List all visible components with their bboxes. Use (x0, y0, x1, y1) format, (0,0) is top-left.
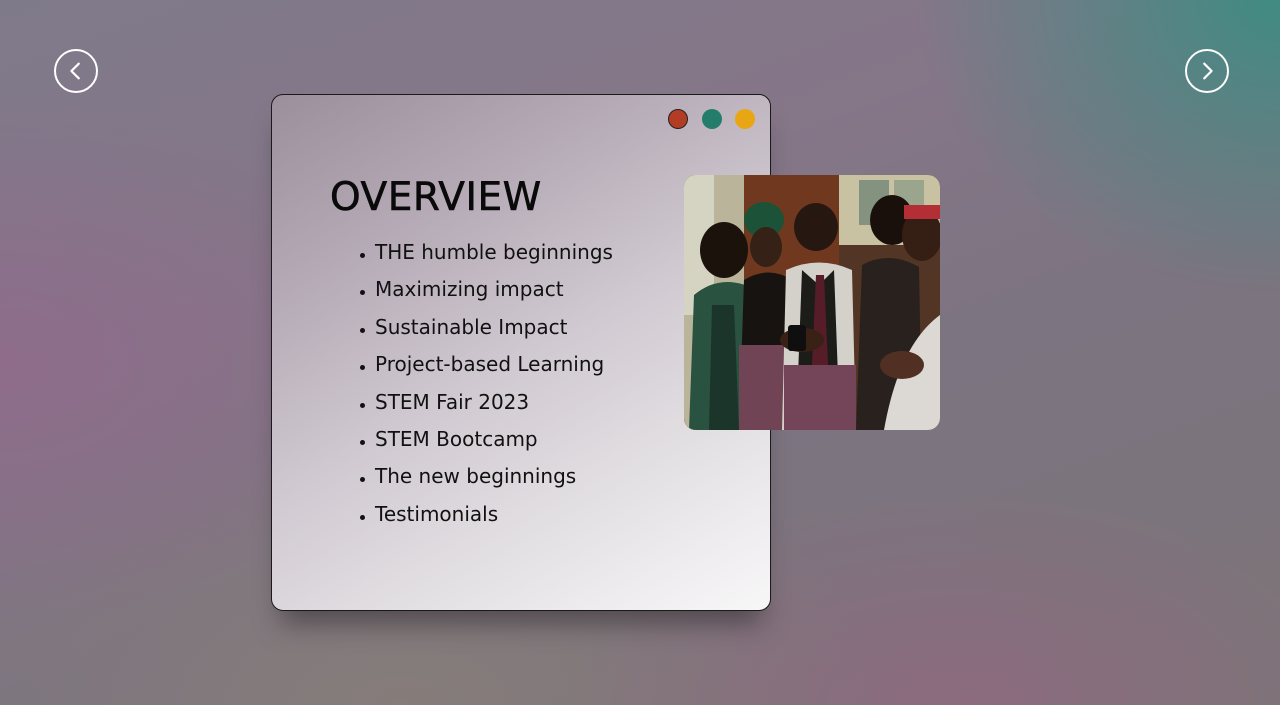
menu-item-testimonials[interactable]: Testimonials (360, 498, 613, 535)
students-photo (684, 175, 940, 430)
window-dot-teal[interactable] (702, 109, 722, 129)
previous-slide-button[interactable] (54, 49, 98, 93)
overview-menu: THE humble beginnings Maximizing impact … (360, 236, 613, 535)
menu-item-humble-beginnings[interactable]: THE humble beginnings (360, 236, 613, 273)
menu-item-stem-fair-2023[interactable]: STEM Fair 2023 (360, 386, 613, 423)
menu-item-new-beginnings[interactable]: The new beginnings (360, 460, 613, 497)
overview-title: OVERVIEW (330, 175, 542, 221)
menu-item-sustainable-impact[interactable]: Sustainable Impact (360, 311, 613, 348)
menu-item-project-based-learning[interactable]: Project-based Learning (360, 348, 613, 385)
next-slide-button[interactable] (1185, 49, 1229, 93)
students-photo-image (684, 175, 940, 430)
menu-item-maximizing-impact[interactable]: Maximizing impact (360, 273, 613, 310)
chevron-right-icon (1203, 62, 1213, 80)
window-dot-red[interactable] (668, 109, 688, 129)
window-dot-yellow[interactable] (735, 109, 755, 129)
menu-item-stem-bootcamp[interactable]: STEM Bootcamp (360, 423, 613, 460)
chevron-left-icon (70, 62, 80, 80)
